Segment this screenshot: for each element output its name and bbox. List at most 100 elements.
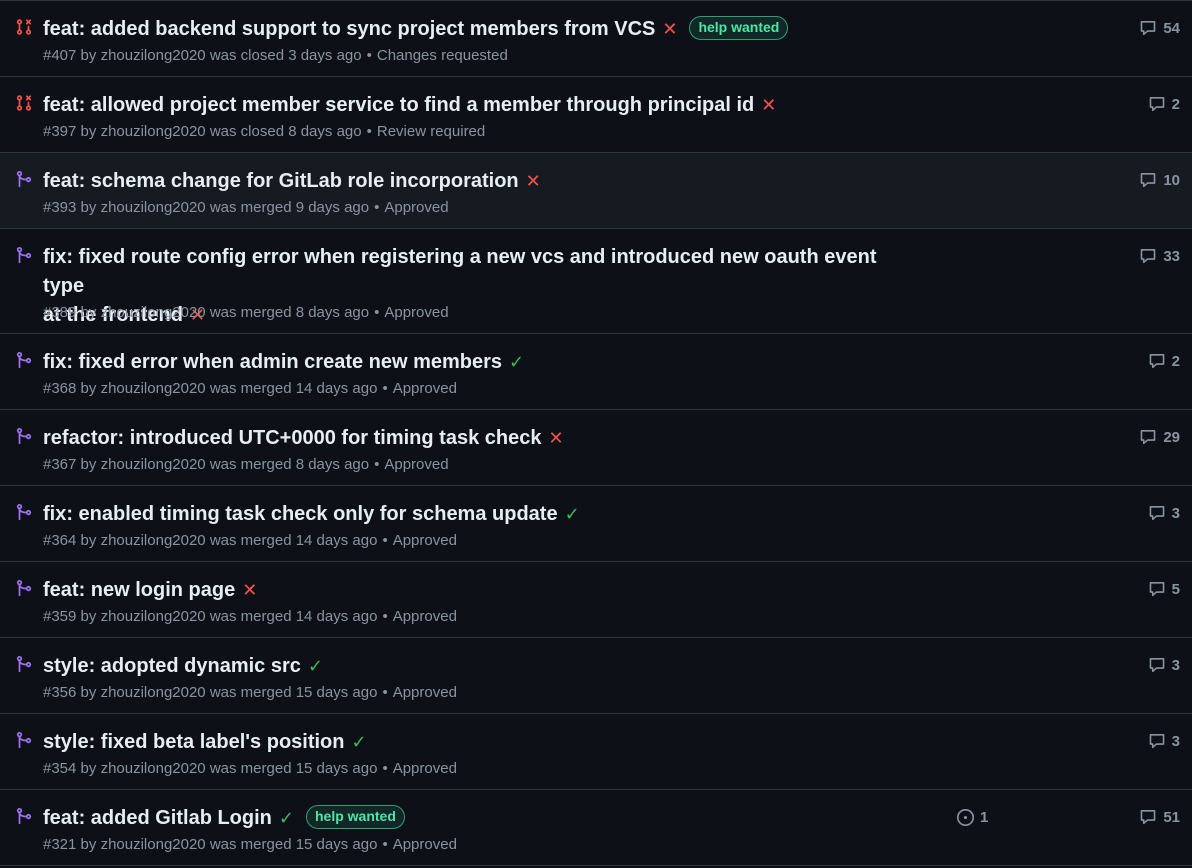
git-merge-icon [16,351,32,369]
pr-title-link[interactable]: fix: enabled timing task check only for … [43,503,558,525]
pr-review-status[interactable]: Approved [393,836,457,853]
x-icon[interactable]: ✕ [662,19,677,39]
pr-review-status[interactable]: Approved [384,304,448,321]
pr-title-link[interactable]: style: fixed beta label's position [43,731,345,753]
pr-title-line: style: fixed beta label's position ✓ [43,728,923,757]
comment-icon [1149,97,1164,112]
x-icon[interactable]: ✕ [761,95,776,115]
x-icon[interactable]: ✕ [548,428,563,448]
pr-review-status[interactable]: Approved [384,456,448,473]
x-icon[interactable]: ✕ [242,580,257,600]
pr-review-status[interactable]: Approved [384,199,448,216]
comment-count: 3 [1171,656,1180,674]
pr-meta: #397 by zhouzilong2020 was closed 8 days… [43,123,486,140]
pr-comments[interactable]: 54 [1139,17,1180,39]
pr-title-link[interactable]: feat: new login page [43,579,235,601]
pr-number: #364 [43,532,77,549]
pr-number: #354 [43,760,77,777]
pr-comments[interactable]: 10 [1139,169,1180,191]
pr-time: 8 days ago [295,304,370,321]
pr-comments[interactable]: 3 [1148,730,1180,752]
pr-action: was merged [209,380,292,397]
pr-title-link[interactable]: feat: added Gitlab Login [43,807,272,829]
pr-author-link[interactable]: zhouzilong2020 [101,760,206,777]
pr-action: was merged [209,836,292,853]
comment-icon [1141,173,1156,188]
pr-review-status[interactable]: Approved [393,684,457,701]
pr-title-link[interactable]: feat: added backend support to sync proj… [43,18,655,40]
pr-action: was merged [209,532,292,549]
label-help-wanted[interactable]: help wanted [305,805,405,829]
pr-review-status[interactable]: Approved [393,532,457,549]
pr-row: fix: fixed route config error when regis… [0,229,1192,334]
label-help-wanted[interactable]: help wanted [689,16,789,40]
meta-separator: • [374,199,380,216]
pr-number: #321 [43,836,77,853]
pr-number: #359 [43,608,77,625]
pr-row: feat: allowed project member service to … [0,77,1192,153]
comment-count: 33 [1163,247,1180,265]
pr-title-link[interactable]: fix: fixed error when admin create new m… [43,351,502,373]
pr-author-link[interactable]: zhouzilong2020 [101,380,206,397]
pr-action: was merged [209,608,292,625]
comment-icon [1141,249,1156,264]
x-icon[interactable]: ✕ [526,171,541,191]
pr-comments[interactable]: 2 [1148,350,1180,372]
git-pull-request-closed-icon [16,19,32,35]
git-merge-icon [16,731,32,749]
pr-author-link[interactable]: zhouzilong2020 [101,836,206,853]
pr-author-link[interactable]: zhouzilong2020 [101,532,206,549]
pr-time: 8 days ago [288,123,362,140]
check-icon[interactable]: ✓ [565,504,580,524]
check-icon[interactable]: ✓ [509,352,524,372]
pr-time: 15 days ago [295,684,378,701]
pr-author-link[interactable]: zhouzilong2020 [101,199,206,216]
pr-meta: #407 by zhouzilong2020 was closed 3 days… [43,47,508,64]
pr-comments[interactable]: 3 [1148,502,1180,524]
pr-author-link[interactable]: zhouzilong2020 [101,684,206,701]
pr-comments[interactable]: 51 [1139,806,1180,828]
check-icon[interactable]: ✓ [308,656,323,676]
pr-title-link[interactable]: fix: fixed route config error when regis… [43,246,876,297]
meta-separator: • [374,456,380,473]
pr-review-status[interactable]: Review required [377,123,485,140]
pr-review-status[interactable]: Approved [393,608,457,625]
comment-icon [1149,582,1164,597]
comment-count: 29 [1163,428,1180,446]
comment-count: 3 [1171,732,1180,750]
pr-review-status[interactable]: Approved [393,760,457,777]
pr-author-link[interactable]: zhouzilong2020 [101,123,206,140]
comment-count: 51 [1163,808,1180,826]
meta-separator: • [366,123,372,140]
pr-title-link[interactable]: feat: schema change for GitLab role inco… [43,170,519,192]
check-icon[interactable]: ✓ [279,808,294,828]
pr-row: refactor: introduced UTC+0000 for timing… [0,410,1192,486]
linked-issues[interactable]: 1 [956,806,988,828]
pr-comments[interactable]: 33 [1139,245,1180,267]
pr-meta: #354 by zhouzilong2020 was merged 15 day… [43,760,457,777]
git-pull-request-closed-icon [16,95,32,111]
comment-icon [1141,21,1156,36]
meta-separator: • [382,532,388,549]
pr-review-status[interactable]: Changes requested [377,47,508,64]
pr-author-link[interactable]: zhouzilong2020 [101,456,206,473]
pr-title-line: fix: enabled timing task check only for … [43,500,923,529]
pr-number: #367 [43,456,77,473]
pr-review-status[interactable]: Approved [393,380,457,397]
pr-author-link[interactable]: zhouzilong2020 [101,304,206,321]
pr-author-link[interactable]: zhouzilong2020 [101,608,206,625]
pr-comments[interactable]: 5 [1148,578,1180,600]
meta-separator: • [382,380,388,397]
meta-separator: • [382,836,388,853]
pr-comments[interactable]: 2 [1148,93,1180,115]
pr-action: was closed [209,123,285,140]
pr-title-link[interactable]: feat: allowed project member service to … [43,94,754,116]
pr-title-link[interactable]: style: adopted dynamic src [43,655,301,677]
pr-comments[interactable]: 29 [1139,426,1180,448]
pr-time: 14 days ago [295,532,378,549]
pr-title-link[interactable]: refactor: introduced UTC+0000 for timing… [43,427,541,449]
pr-comments[interactable]: 3 [1148,654,1180,676]
pr-meta: #356 by zhouzilong2020 was merged 15 day… [43,684,457,701]
pr-author-link[interactable]: zhouzilong2020 [101,47,206,64]
check-icon[interactable]: ✓ [352,732,367,752]
